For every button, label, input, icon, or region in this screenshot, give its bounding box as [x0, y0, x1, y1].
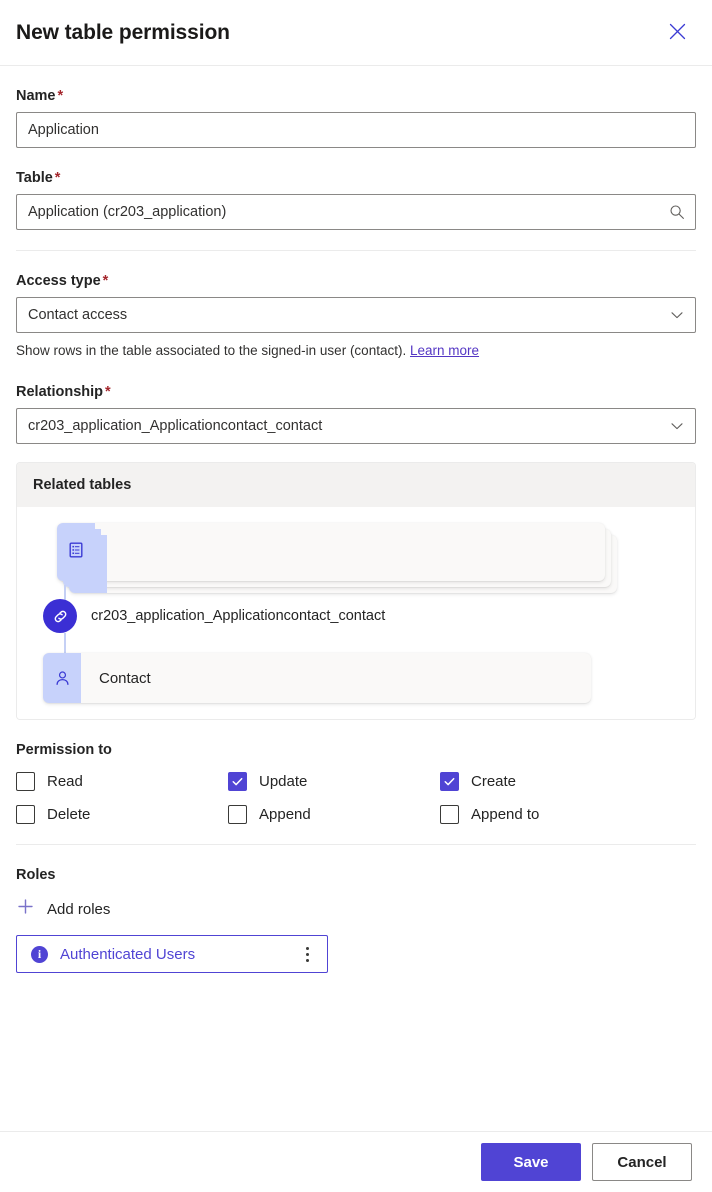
required-marker: * [55, 170, 61, 186]
related-tables-card: Related tables [16, 462, 696, 720]
close-button[interactable] [662, 18, 692, 48]
checkbox-label: Create [471, 773, 516, 790]
close-icon [668, 22, 687, 44]
related-tables-diagram: cr203_application_Applicationcontact_con… [17, 507, 695, 719]
name-label: Name* [16, 86, 696, 106]
info-icon: i [31, 946, 48, 963]
table-input-wrap [16, 194, 696, 230]
chevron-down-icon[interactable] [668, 408, 686, 444]
checkbox-append[interactable]: Append [228, 805, 440, 824]
relationship-node-label: cr203_application_Applicationcontact_con… [91, 608, 385, 624]
checkbox-label: Update [259, 773, 307, 790]
stack-tile-front [57, 523, 95, 581]
checkbox-update[interactable]: Update [228, 772, 440, 791]
checkbox-box [16, 805, 35, 824]
field-name: Name* [16, 86, 696, 148]
add-roles-label: Add roles [47, 901, 110, 918]
permission-to-label: Permission to [16, 742, 696, 758]
checkbox-box [16, 772, 35, 791]
learn-more-link[interactable]: Learn more [410, 343, 479, 358]
page-title: New table permission [16, 21, 230, 45]
checkbox-box [440, 772, 459, 791]
panel-body: Name* Table* Access type* [0, 86, 712, 973]
cancel-button[interactable]: Cancel [592, 1143, 692, 1181]
checkbox-box [228, 805, 247, 824]
required-marker: * [58, 88, 64, 104]
related-tables-title: Related tables [17, 463, 695, 507]
table-label: Table* [16, 168, 696, 188]
required-marker: * [103, 273, 109, 289]
checkbox-append-to[interactable]: Append to [440, 805, 696, 824]
permission-checkbox-grid: Read Update Create Delete Append Append … [16, 772, 696, 824]
divider-after-table [16, 250, 696, 251]
panel-footer: Save Cancel [0, 1131, 712, 1192]
source-table-stack[interactable] [57, 523, 617, 587]
checkbox-box [440, 805, 459, 824]
divider-after-permissions [16, 844, 696, 845]
access-type-helper-text: Show rows in the table associated to the… [16, 343, 406, 358]
save-button[interactable]: Save [481, 1143, 581, 1181]
checkbox-create[interactable]: Create [440, 772, 696, 791]
access-type-select[interactable] [16, 297, 696, 333]
search-icon[interactable] [668, 194, 686, 230]
name-input-wrap [16, 112, 696, 148]
checkbox-box [228, 772, 247, 791]
table-input[interactable] [16, 194, 696, 230]
link-icon [43, 599, 77, 633]
table-icon [67, 541, 85, 564]
roles-label: Roles [16, 867, 696, 883]
chevron-down-icon[interactable] [668, 297, 686, 333]
required-marker: * [105, 384, 111, 400]
target-table-label: Contact [99, 670, 151, 687]
plus-icon [16, 897, 35, 921]
checkbox-delete[interactable]: Delete [16, 805, 228, 824]
checkbox-label: Append to [471, 806, 539, 823]
checkbox-label: Append [259, 806, 311, 823]
access-type-helper: Show rows in the table associated to the… [16, 342, 696, 360]
field-table: Table* [16, 168, 696, 230]
field-relationship: Relationship* [16, 382, 696, 444]
field-access-type: Access type* Show rows in the table asso… [16, 271, 696, 360]
add-roles-button[interactable]: Add roles [16, 897, 110, 921]
relationship-node[interactable]: cr203_application_Applicationcontact_con… [43, 599, 385, 633]
target-table-card[interactable]: Contact [43, 653, 591, 703]
panel-header: New table permission [0, 0, 712, 66]
checkbox-read[interactable]: Read [16, 772, 228, 791]
relationship-select-wrap [16, 408, 696, 444]
relationship-label: Relationship* [16, 382, 696, 402]
role-chip-label: Authenticated Users [60, 946, 297, 963]
role-chip-authenticated-users[interactable]: i Authenticated Users [16, 935, 328, 973]
checkbox-label: Read [47, 773, 83, 790]
access-type-label: Access type* [16, 271, 696, 291]
more-vertical-icon[interactable] [297, 942, 317, 966]
stack-layer-front [57, 523, 605, 581]
relationship-select[interactable] [16, 408, 696, 444]
access-type-select-wrap [16, 297, 696, 333]
connector-line-bottom [64, 633, 66, 655]
checkbox-label: Delete [47, 806, 90, 823]
name-input[interactable] [16, 112, 696, 148]
contact-person-icon [43, 653, 81, 703]
